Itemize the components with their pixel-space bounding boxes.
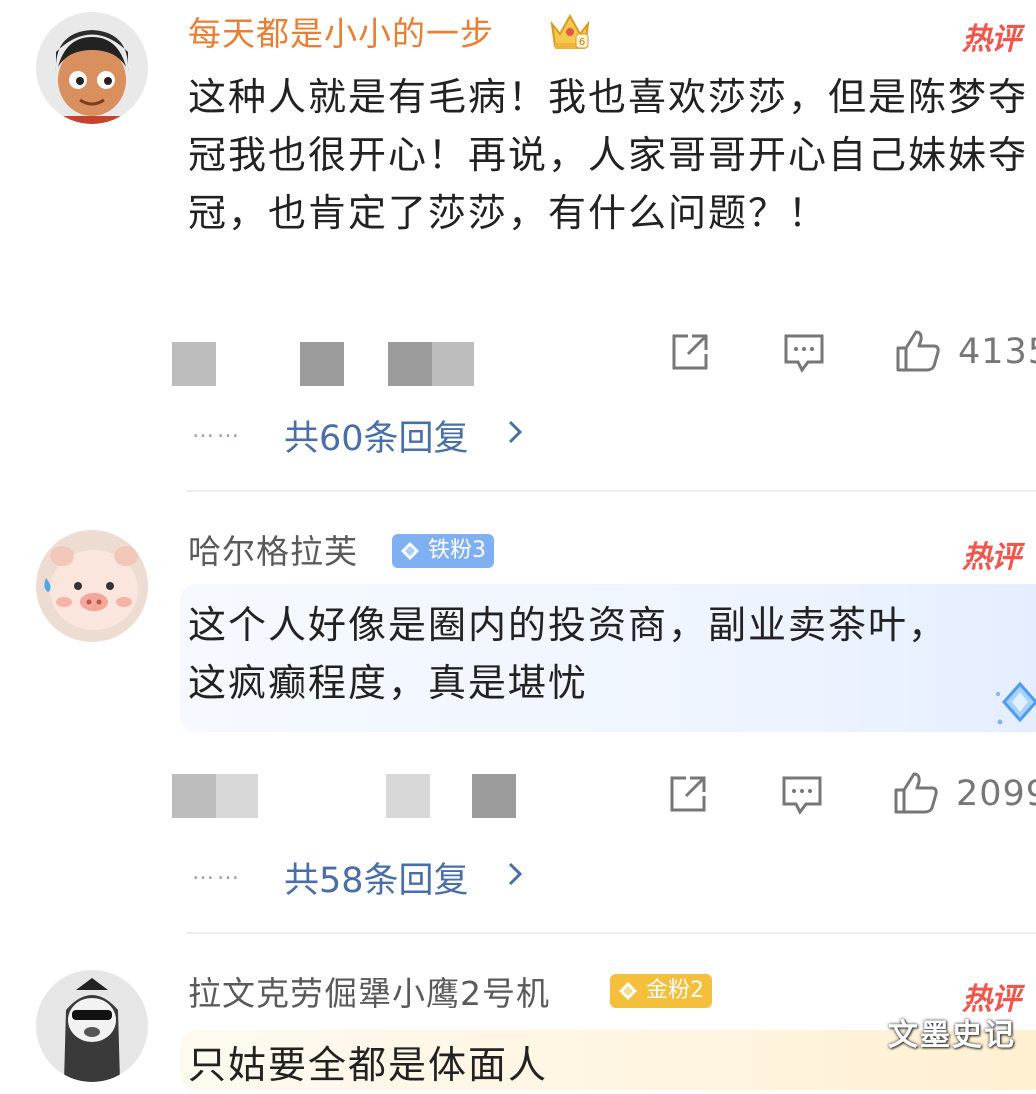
blurred-element xyxy=(472,774,516,818)
avatar[interactable] xyxy=(36,12,148,124)
username[interactable]: 哈尔格拉芙 xyxy=(188,532,358,572)
crown-icon: 6 xyxy=(550,13,590,49)
like-count: 4135 xyxy=(958,332,1036,372)
diamond-icon xyxy=(401,542,419,560)
chevron-right-icon[interactable] xyxy=(504,418,526,446)
badge-label: 金粉2 xyxy=(646,978,704,1003)
blurred-element xyxy=(216,774,258,818)
crown-level: 6 xyxy=(579,37,585,48)
watermark: 文墨史记 xyxy=(888,1018,1016,1053)
share-icon[interactable] xyxy=(666,772,710,816)
hot-comment-label: 热评 xyxy=(962,540,1021,575)
like-icon[interactable] xyxy=(892,770,940,816)
badge-label: 铁粉3 xyxy=(428,538,486,563)
view-replies-link[interactable]: 共60条回复 xyxy=(284,410,469,461)
comment-text: 这个人好像是圈内的投资商，副业卖茶叶，这疯癫程度，真是堪忧 xyxy=(188,603,949,705)
share-icon[interactable] xyxy=(668,330,712,374)
username[interactable]: 每天都是小小的一步 xyxy=(188,14,494,54)
diamond-icon xyxy=(619,982,637,1000)
username[interactable]: 拉文克劳倔犟小鹰2号机 xyxy=(188,974,550,1014)
comment-item: 每天都是小小的一步 6 热评 这种人就是有毛病！我也喜欢莎莎，但是陈梦夺冠我也很… xyxy=(0,0,1036,492)
comment-icon[interactable] xyxy=(782,332,826,374)
avatar[interactable] xyxy=(36,970,148,1082)
blurred-element xyxy=(388,342,432,386)
comment-text: 这种人就是有毛病！我也喜欢莎莎，但是陈梦夺冠我也很开心！再说，人家哥哥开心自己妹… xyxy=(188,75,1029,235)
chevron-right-icon[interactable] xyxy=(504,860,526,888)
blurred-element xyxy=(386,774,430,818)
reply-dots: …… xyxy=(192,860,242,885)
view-replies-link[interactable]: 共58条回复 xyxy=(284,852,469,903)
like-icon[interactable] xyxy=(894,328,942,374)
diamond-icon xyxy=(996,681,1036,725)
fan-badge: 铁粉3 xyxy=(392,534,494,568)
fan-badge: 金粉2 xyxy=(610,974,712,1008)
blurred-element xyxy=(300,342,344,386)
avatar[interactable] xyxy=(36,530,148,642)
comment-icon[interactable] xyxy=(780,774,824,816)
comment-item: 哈尔格拉芙 铁粉3 热评 这个人好像是圈内的投资商，副业卖茶叶，这疯癫程度，真是… xyxy=(0,492,1036,934)
comment-item: 拉文克劳倔犟小鹰2号机 金粉2 热评 只姑要全都是体面人 xyxy=(0,934,1036,1090)
blurred-element xyxy=(432,342,474,386)
hot-comment-label: 热评 xyxy=(962,22,1021,57)
blurred-element xyxy=(172,342,216,386)
like-count: 2099 xyxy=(956,774,1036,814)
blurred-element xyxy=(172,774,216,818)
reply-dots: …… xyxy=(192,418,242,443)
